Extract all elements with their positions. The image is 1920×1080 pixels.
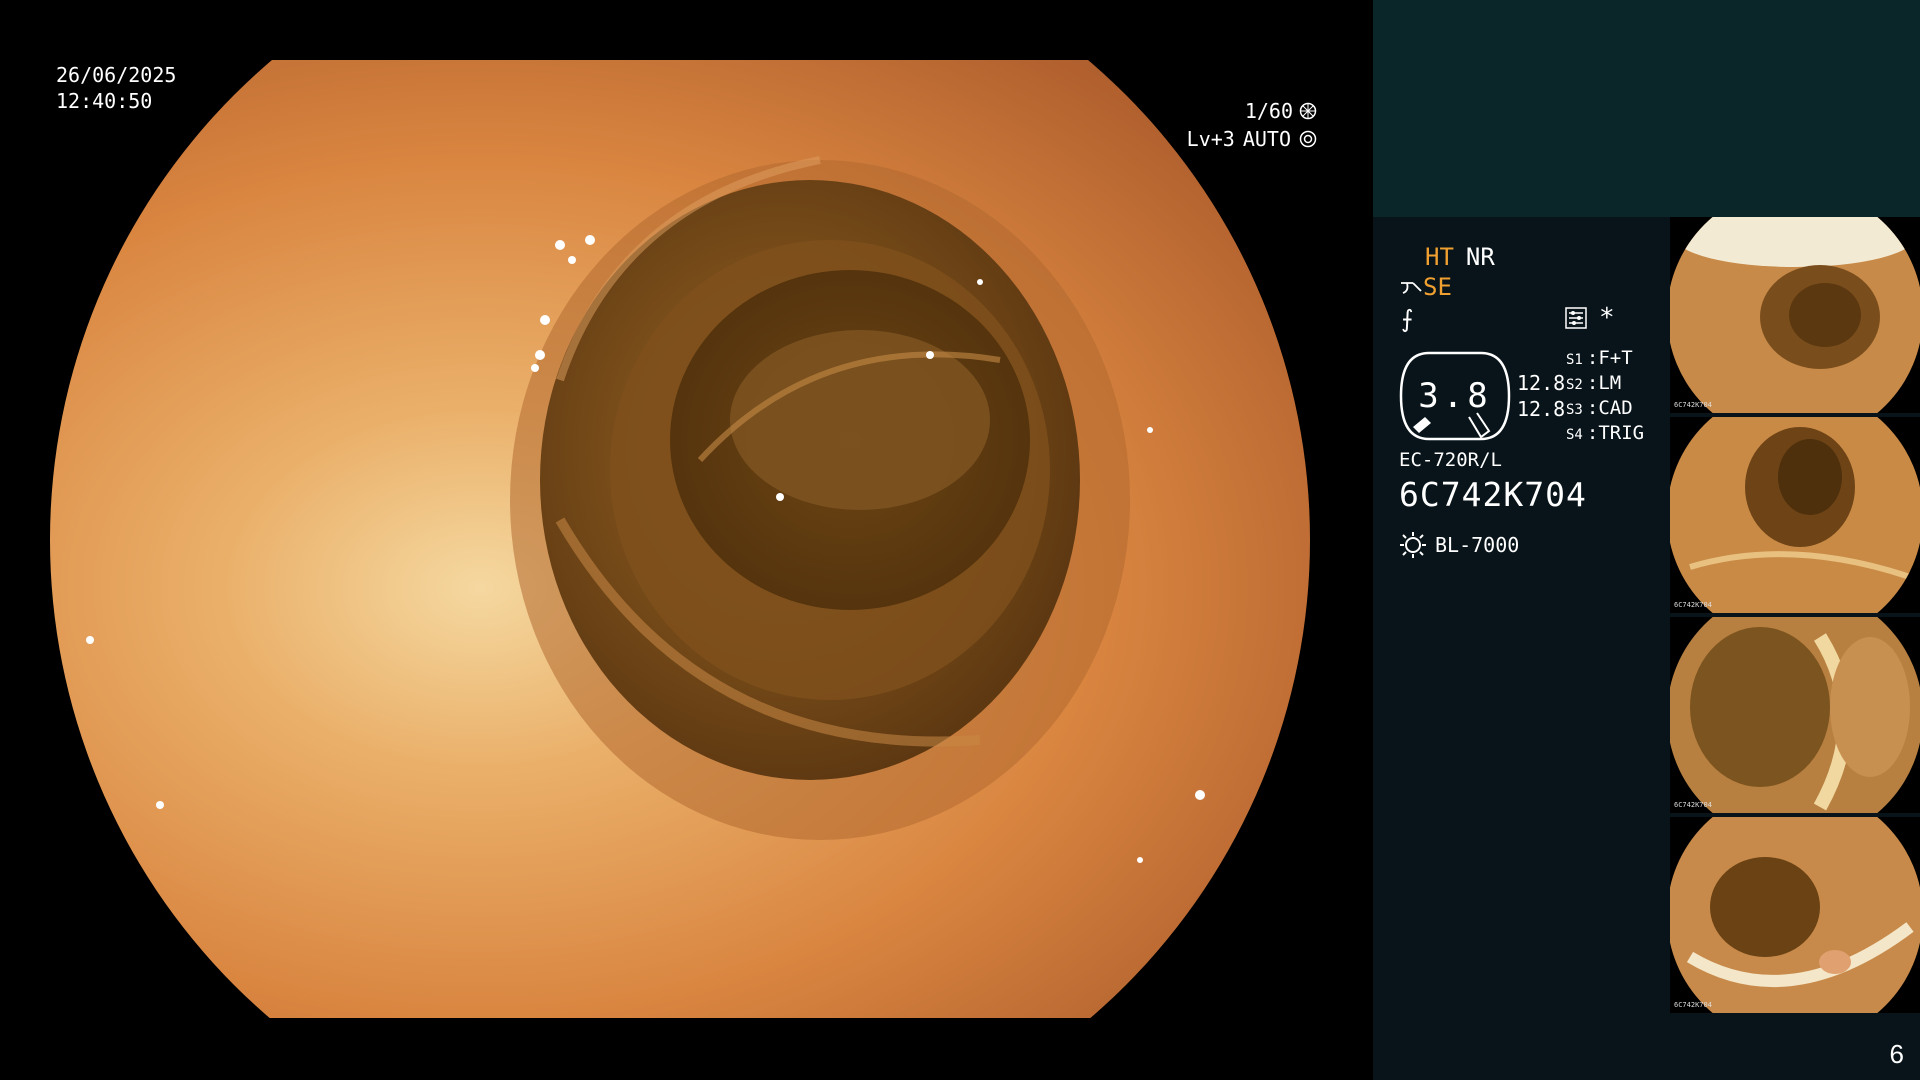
light-source-text: BL-7000 [1435, 533, 1520, 557]
nr-label: NR [1465, 243, 1495, 271]
switch-key: S2 [1566, 377, 1583, 393]
switch-assignment-s1: S1:F+T [1566, 347, 1633, 369]
thumbnail-image [1670, 417, 1920, 613]
switch-assignment-s3: S3:CAD [1566, 397, 1633, 419]
colon-lumen-image [0, 0, 1373, 1080]
scope-model: EC-720R/L [1399, 449, 1502, 471]
shutter-text: 1/60 [1244, 99, 1293, 123]
thumbnail-image [1670, 817, 1920, 1013]
page-number: 6 [1889, 1039, 1904, 1069]
date-time-readout: 26/06/2025 12:40:50 [56, 62, 176, 114]
switch-key: S3 [1566, 402, 1583, 418]
se-label: SE [1423, 273, 1452, 301]
switch-key: S1 [1566, 352, 1583, 368]
captured-image-strip: 6C742K704 6C742K704 6C742K704 6C742K704 [1670, 217, 1920, 1080]
thumbnail-serial: 6C742K704 [1674, 801, 1712, 809]
captured-thumbnail[interactable]: 6C742K704 [1670, 617, 1920, 813]
switch-value: F+T [1598, 347, 1633, 369]
level-text: Lv+3 [1186, 127, 1235, 151]
thumbnail-serial: 6C742K704 [1674, 401, 1712, 409]
star-indicator: * [1599, 303, 1615, 333]
structure-enhance-icon [1401, 282, 1422, 294]
endoscopy-monitor: 26/06/2025 12:40:50 1/60 Lv+3 AUTO HT NR [0, 0, 1920, 1080]
color-enhance-icon: ⨍ [1401, 305, 1414, 333]
switch-assignment-s2: S2:LM [1566, 372, 1622, 394]
switch-assignment-s4: S4:TRIG [1566, 422, 1645, 444]
brightness-readout: Lv+3 AUTO [1187, 126, 1317, 152]
thumbnail-serial: 6C742K704 [1674, 601, 1712, 609]
status-panel: HT NR SE ⨍ * 3.8 12.8 12.8 S1:F+T S2:L… [1373, 217, 1673, 1080]
shutter-icon [1299, 102, 1317, 120]
thumbnail-serial: 6C742K704 [1674, 1001, 1712, 1009]
iris-icon [1299, 130, 1317, 148]
captured-thumbnail[interactable]: 6C742K704 [1670, 417, 1920, 613]
date-text: 26/06/2025 [56, 63, 177, 87]
image-mode-row: HT NR [1425, 243, 1507, 271]
switch-value: LM [1598, 372, 1622, 394]
ht-label: HT [1425, 243, 1454, 271]
light-source-row: BL-7000 [1399, 531, 1519, 559]
shutter-readout: 1/60 [1245, 98, 1317, 124]
zoom-value: 3.8 [1418, 376, 1492, 416]
captured-thumbnail[interactable]: 6C742K704 [1670, 817, 1920, 1013]
thumbnail-image [1670, 217, 1920, 413]
iris-mode-text: AUTO [1242, 127, 1291, 151]
scope-serial: 6C742K704 [1399, 475, 1587, 514]
gauge-reading-1: 12.8 [1517, 371, 1566, 395]
top-right-blank-area [1373, 0, 1920, 217]
captured-thumbnail[interactable]: 6C742K704 [1670, 217, 1920, 413]
light-source-icon [1400, 532, 1426, 558]
switch-value: TRIG [1598, 422, 1645, 444]
switch-value: CAD [1598, 397, 1633, 419]
gauge-reading-2: 12.8 [1517, 397, 1566, 421]
thumbnail-image [1670, 617, 1920, 813]
switch-key: S4 [1566, 427, 1583, 443]
structure-enhance-row: SE [1399, 273, 1452, 301]
endoscope-live-view: 26/06/2025 12:40:50 1/60 Lv+3 AUTO [0, 0, 1373, 1080]
settings-menu-icon [1565, 307, 1587, 333]
time-text: 12:40:50 [56, 89, 153, 113]
